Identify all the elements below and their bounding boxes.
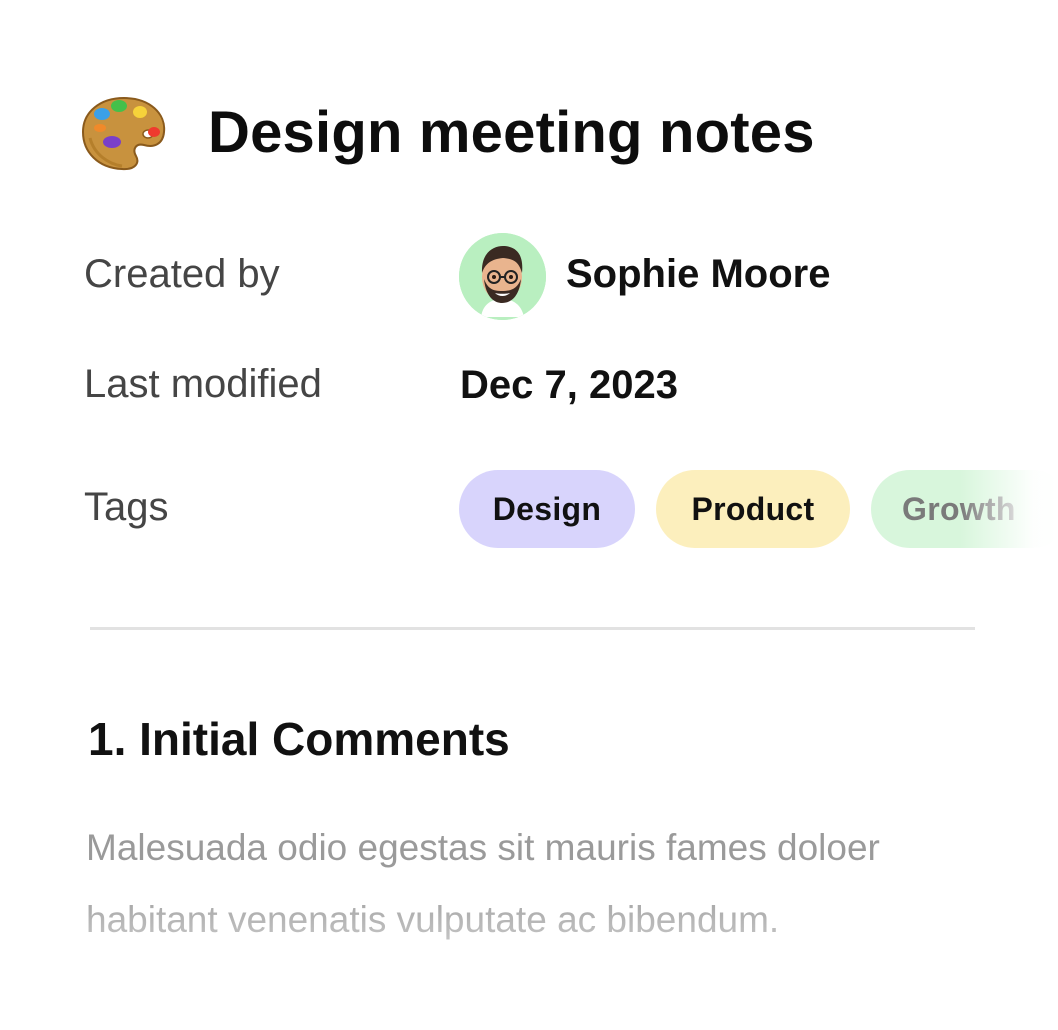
artist-palette-icon: [81, 96, 166, 171]
tag-growth[interactable]: Growth: [871, 470, 1058, 548]
section-heading: 1. Initial Comments: [88, 713, 510, 765]
title-row: Design meeting notes: [80, 92, 815, 172]
last-modified-value: Dec 7, 2023: [460, 363, 678, 407]
memoji-avatar-icon: [459, 233, 546, 320]
tag-design[interactable]: Design: [459, 470, 635, 548]
last-modified-label: Last modified: [84, 362, 322, 406]
section-body-text: Malesuada odio egestas sit mauris fames …: [86, 827, 880, 940]
tag-product[interactable]: Product: [656, 470, 850, 548]
author-name[interactable]: Sophie Moore: [566, 252, 830, 297]
tags-label: Tags: [84, 485, 169, 529]
created-by-label: Created by: [84, 252, 280, 296]
page-title: Design meeting notes: [208, 99, 815, 165]
avatar[interactable]: [459, 233, 546, 320]
divider: [90, 627, 975, 630]
